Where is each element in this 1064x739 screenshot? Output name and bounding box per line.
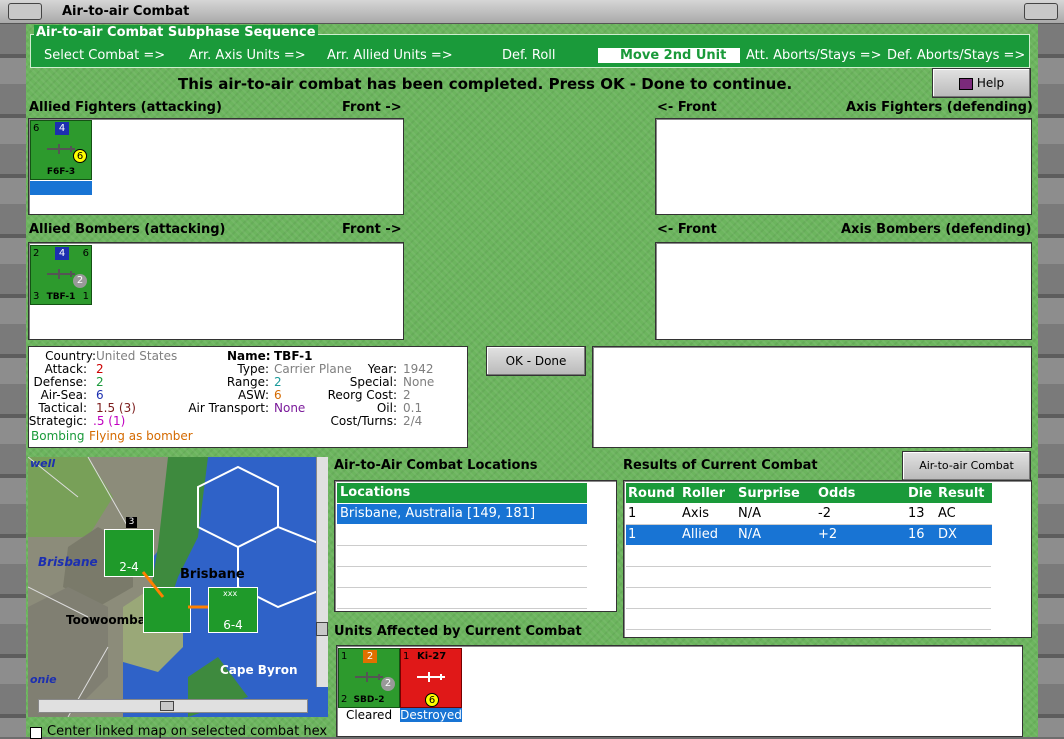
step-arr-allied: Arr. Allied Units => <box>327 48 453 63</box>
vertical-scroll-thumb[interactable] <box>316 622 328 636</box>
front-left-label: <- Front <box>657 100 717 115</box>
tbf-counter[interactable]: 2 4 6 2 3 1 TBF-1 <box>30 245 92 305</box>
table-row[interactable]: 1 Allied N/A +2 16 DX <box>626 524 992 545</box>
help-book-icon <box>958 77 973 90</box>
front-left-label-2: <- Front <box>657 222 717 237</box>
front-right-label: Front -> <box>342 100 402 115</box>
location-empty-rows <box>337 525 587 609</box>
step-move-2nd-unit: Move 2nd Unit <box>598 48 740 63</box>
sbd-counter[interactable]: 1 2 2 2 SBD-2 <box>338 648 400 708</box>
table-row[interactable]: 1 Axis N/A -2 13 AC <box>626 503 992 524</box>
step-att-aborts: Att. Aborts/Stays => <box>746 48 882 63</box>
location-row[interactable]: Brisbane, Australia [149, 181] <box>337 504 587 524</box>
locations-list[interactable]: Locations Brisbane, Australia [149, 181] <box>334 480 617 612</box>
axis-bombers-box <box>655 242 1032 340</box>
ok-done-button[interactable]: OK - Done <box>486 346 586 376</box>
col-surprise: Surprise <box>738 485 800 501</box>
step-def-aborts: Def. Aborts/Stays => <box>887 48 1026 63</box>
results-table: Round Roller Surprise Odds Die Result 1A… <box>626 483 992 545</box>
linked-map[interactable]: Brisbane Brisbane Toowoomba Cape Byron w… <box>28 457 328 717</box>
allied-fighters-label: Allied Fighters (attacking) <box>29 100 222 115</box>
status-message: This air-to-air combat has been complete… <box>178 75 793 93</box>
window-title: Air-to-air Combat <box>62 4 190 19</box>
center-map-checkbox[interactable] <box>30 727 42 739</box>
step-select-combat: Select Combat => <box>44 48 166 63</box>
axis-fighters-box <box>655 118 1032 215</box>
arrow-icon <box>141 571 208 609</box>
title-bar: Air-to-air Combat <box>0 0 1064 24</box>
axis-bombers-label: Axis Bombers (defending) <box>841 222 1032 237</box>
front-right-label-2: Front -> <box>342 222 402 237</box>
map-label-toowoomba: Toowoomba <box>66 613 146 627</box>
help-button[interactable]: Help <box>932 68 1031 98</box>
map-unit-stack-count: 3 <box>126 517 137 528</box>
map-unit-size: xxx <box>223 589 238 598</box>
left-frame <box>0 24 26 737</box>
sbd-status: Cleared <box>345 708 393 722</box>
ki27-counter[interactable]: 1 Ki-27 6 <box>400 648 462 708</box>
map-label-brisbane-region: Brisbane <box>38 555 98 569</box>
plane-icon <box>355 672 383 682</box>
locations-header: Locations <box>337 483 587 503</box>
combat-chart-button[interactable]: Air-to-air Combat Chart <box>902 451 1031 500</box>
col-odds: Odds <box>818 485 856 501</box>
affected-title: Units Affected by Current Combat <box>334 624 582 639</box>
map-label-cape-byron: Cape Byron <box>220 663 298 677</box>
vertical-scrollbar[interactable] <box>316 457 328 687</box>
locations-title: Air-to-Air Combat Locations <box>334 458 538 473</box>
col-roller: Roller <box>682 485 726 501</box>
col-result: Result <box>938 485 985 501</box>
selected-unit-bar <box>30 181 92 195</box>
results-table-box: Round Roller Surprise Odds Die Result 1A… <box>623 480 1032 638</box>
plane-icon <box>47 144 75 154</box>
axis-fighters-label: Axis Fighters (defending) <box>846 100 1033 115</box>
plane-icon <box>417 672 445 682</box>
allied-bombers-label: Allied Bombers (attacking) <box>29 222 226 237</box>
f6f-counter[interactable]: 6 4 6 F6F-3 <box>30 120 92 180</box>
plane-icon <box>47 269 75 279</box>
map-label-left: onie <box>30 673 57 686</box>
col-die: Die <box>908 485 933 501</box>
horizontal-scroll-thumb[interactable] <box>160 701 174 711</box>
phase-title: Air-to-air Combat Subphase Sequence <box>34 25 318 40</box>
unit-info-panel: Country: United States Attack: 2 Defense… <box>28 346 468 448</box>
ki27-status: Destroyed <box>400 708 462 722</box>
results-empty-rows <box>626 546 991 630</box>
col-round: Round <box>628 485 675 501</box>
system-menu-button[interactable] <box>8 3 42 20</box>
map-label-top: well <box>30 457 56 470</box>
step-arr-axis: Arr. Axis Units => <box>189 48 306 63</box>
combat-notes-box <box>592 346 1032 448</box>
right-frame <box>1038 24 1064 737</box>
results-title: Results of Current Combat <box>623 458 818 473</box>
maximize-button[interactable] <box>1024 3 1058 20</box>
step-def-roll: Def. Roll <box>502 48 556 63</box>
